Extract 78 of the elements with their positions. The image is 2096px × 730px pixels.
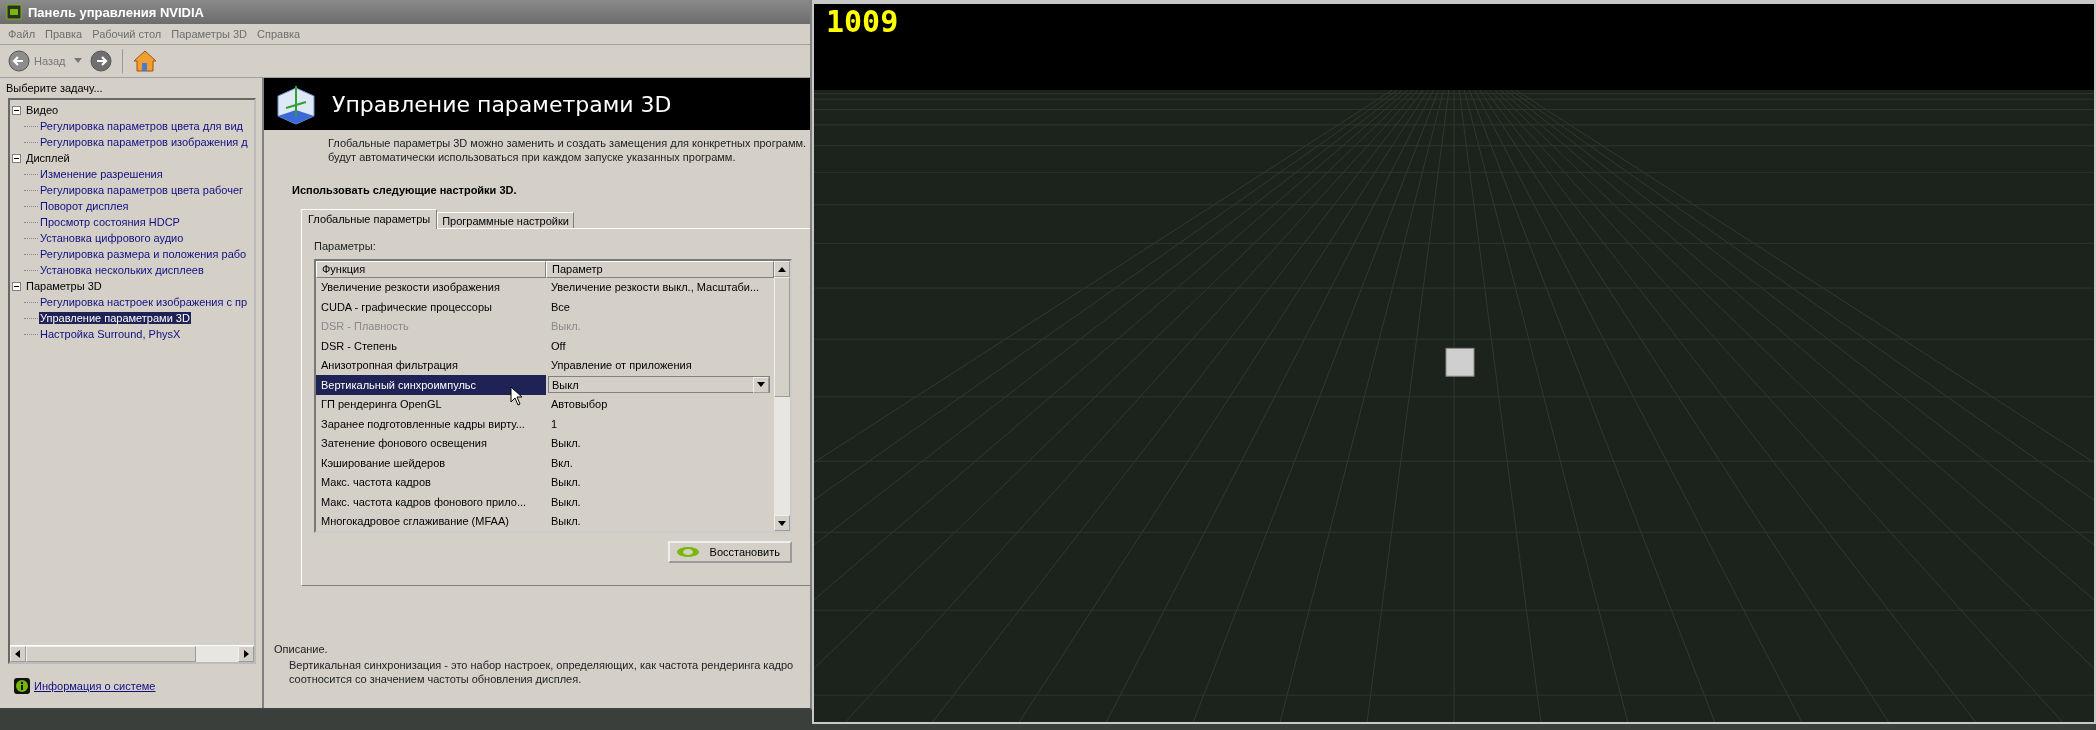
- collapse-icon[interactable]: [12, 153, 21, 163]
- tree-item[interactable]: Регулировка настроек изображения с пр: [39, 296, 249, 308]
- tree-group[interactable]: Параметры 3D: [25, 280, 103, 292]
- menu-item[interactable]: Справка: [257, 28, 301, 40]
- horizontal-scrollbar[interactable]: [10, 645, 254, 662]
- function-cell[interactable]: Вертикальный синхроимпульс: [316, 375, 546, 395]
- tree-item[interactable]: Регулировка размера и положения рабо: [39, 248, 248, 260]
- value-cell-text: Управление от приложения: [550, 358, 693, 374]
- tree-item[interactable]: Установка цифрового аудио: [39, 232, 185, 244]
- mouse-pointer-icon: [510, 386, 524, 406]
- settings-tab[interactable]: Глобальные параметры: [301, 209, 438, 229]
- intro-text: Глобальные параметры 3D можно заменить и создать замещения для конкретных программ.: [328, 136, 808, 150]
- function-cell[interactable]: Многокадровое сглаживание (MFAA): [316, 511, 546, 531]
- column-header[interactable]: Функция: [316, 261, 546, 278]
- tree-item[interactable]: Изменение разрешения: [39, 168, 164, 180]
- value-cell-text: Вкл.: [550, 455, 574, 471]
- parameters-label: Параметры:: [314, 239, 377, 253]
- tree-item[interactable]: Настройка Surround, PhysX: [39, 328, 182, 340]
- home-icon[interactable]: [132, 49, 157, 73]
- scroll-left-arrow-icon[interactable]: [15, 650, 21, 658]
- description-text: соотносится со значением частоты обновления дисплея.: [289, 672, 583, 686]
- function-cell[interactable]: Анизотропная фильтрация: [316, 355, 546, 376]
- value-cell-text: Выкл.: [550, 436, 582, 452]
- tree-item[interactable]: Установка нескольких дисплеев: [39, 264, 205, 276]
- frame-counter: 1009: [825, 4, 900, 41]
- function-cell[interactable]: Затенение фонового освещения: [316, 433, 546, 454]
- function-cell[interactable]: Увеличение резкости изображения: [316, 277, 546, 298]
- function-cell[interactable]: ГП рендеринга OpenGL: [316, 394, 546, 415]
- value-cell-text: Выкл.: [550, 494, 582, 510]
- dropdown-arrow-icon[interactable]: [757, 382, 765, 388]
- intro-text: будут автоматически использоваться при каждом запуске указанных программ.: [328, 150, 737, 164]
- forward-button[interactable]: [89, 50, 112, 72]
- collapse-icon[interactable]: [12, 105, 21, 115]
- value-cell-text: Выкл.: [550, 514, 582, 530]
- function-cell[interactable]: Кэширование шейдеров: [316, 453, 546, 473]
- function-cell[interactable]: CUDA - графические процессоры: [316, 297, 546, 317]
- page-title: Управление параметрами 3D: [332, 91, 672, 117]
- vertical-scrollbar[interactable]: [774, 261, 790, 531]
- menu-item[interactable]: Рабочий стол: [92, 28, 162, 40]
- function-cell[interactable]: Макс. частота кадров: [316, 472, 546, 493]
- menu-item[interactable]: Файл: [8, 28, 36, 40]
- restore-button[interactable]: Восстановить: [667, 541, 792, 563]
- menu-item[interactable]: Параметры 3D: [171, 28, 248, 40]
- value-cell-text: Автовыбор: [550, 397, 609, 413]
- tree-item[interactable]: Управление параметрами 3D: [39, 312, 191, 324]
- tree-item[interactable]: Поворот дисплея: [39, 200, 130, 212]
- dropdown-caret-icon[interactable]: [73, 58, 82, 64]
- tree-item[interactable]: Регулировка параметров изображения д: [39, 136, 249, 148]
- tree-group[interactable]: Дисплей: [25, 152, 71, 164]
- eye-logo-icon: [675, 546, 700, 558]
- value-cell-text: Увеличение резкости выкл., Масштаби...: [550, 280, 761, 296]
- value-cell-text: Off: [550, 338, 567, 354]
- app-icon: [6, 4, 22, 20]
- value-cell-text: Выкл.: [550, 475, 582, 491]
- value-cell-text: Все: [550, 299, 571, 315]
- value-dropdown[interactable]: Выкл: [548, 376, 770, 394]
- value-cell-text: Выкл.: [550, 319, 582, 335]
- function-cell[interactable]: DSR - Степень: [316, 336, 546, 356]
- tree-group[interactable]: Видео: [25, 104, 60, 116]
- description-text: Вертикальная синхронизация - это набор настроек, определяющих, как частота рендеринга кадро: [289, 658, 795, 672]
- settings-tab[interactable]: Программные настройки: [437, 212, 574, 228]
- scroll-up-arrow-icon[interactable]: [778, 266, 786, 272]
- tree-item[interactable]: Просмотр состояния HDCP: [39, 216, 181, 228]
- task-pane-title: Выберите задачу...: [5, 81, 104, 96]
- function-cell[interactable]: Макс. частота кадров фонового прило...: [316, 492, 546, 512]
- collapse-icon[interactable]: [12, 281, 21, 291]
- section-title: Использовать следующие настройки 3D.: [291, 183, 518, 196]
- scroll-down-arrow-icon[interactable]: [778, 520, 786, 526]
- description-title: Описание.: [274, 642, 329, 656]
- value-cell-text: 1: [550, 416, 559, 432]
- function-cell[interactable]: Заранее подготовленные кадры вирту...: [316, 414, 546, 434]
- scroll-right-arrow-icon[interactable]: [243, 650, 249, 658]
- tree-item[interactable]: Регулировка параметров цвета для вид: [39, 120, 245, 132]
- window-title: Панель управления NVIDIA: [28, 4, 204, 20]
- system-info-link[interactable]: Информация о системе: [34, 680, 156, 692]
- column-header[interactable]: Параметр: [546, 261, 774, 278]
- info-icon: [14, 678, 30, 694]
- tree-item[interactable]: Регулировка параметров цвета рабочег: [39, 184, 245, 196]
